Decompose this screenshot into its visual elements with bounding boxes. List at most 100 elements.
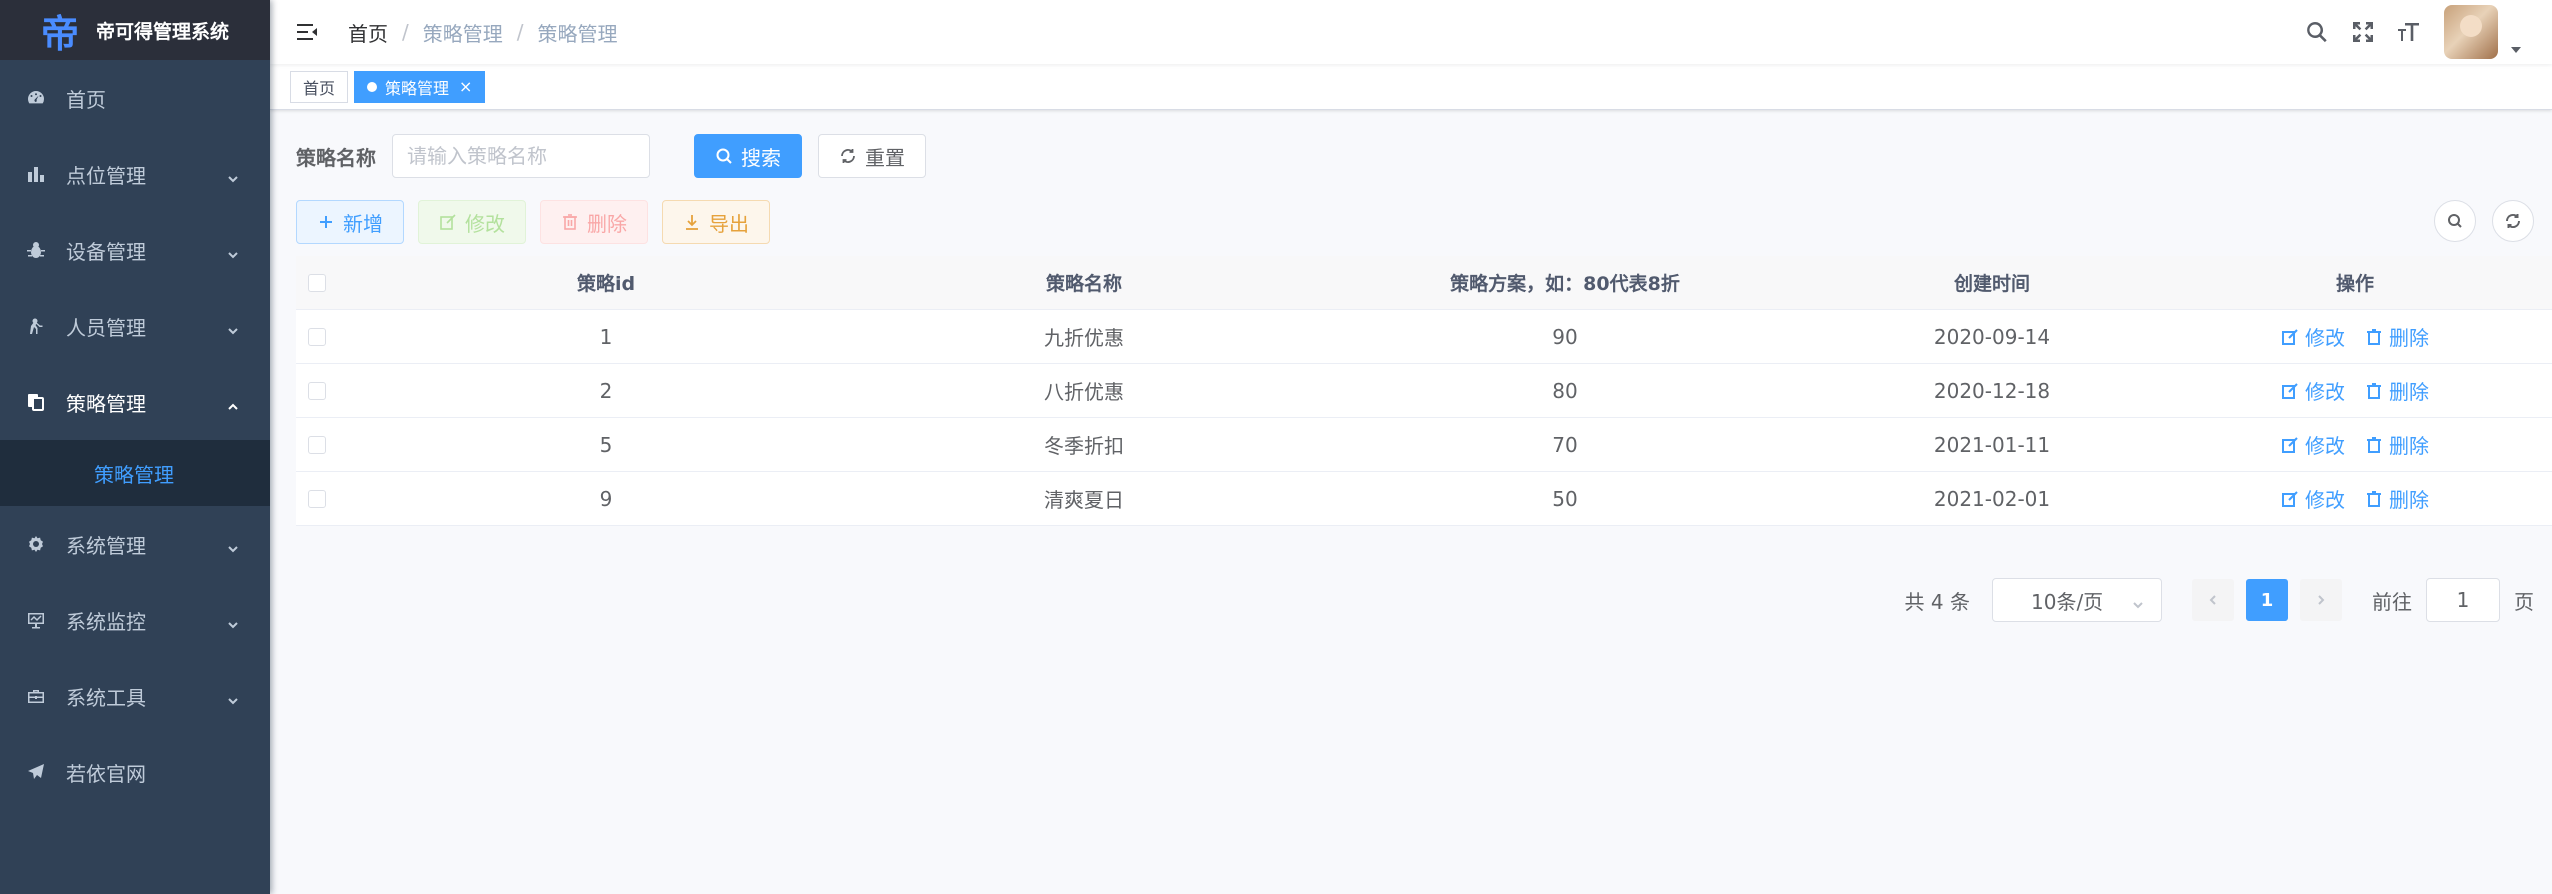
page-jumper: 前往 页 (2372, 578, 2534, 622)
row-delete-button[interactable]: 删除 (2365, 430, 2429, 459)
next-page-button[interactable] (2300, 579, 2342, 621)
logo[interactable]: 帝 帝可得管理系统 (0, 0, 270, 60)
row-delete-button[interactable]: 删除 (2365, 376, 2429, 405)
sidebar-item-ruoyi-site[interactable]: 若依官网 (0, 734, 270, 810)
edit-button[interactable]: 修改 (418, 200, 526, 244)
row-delete-label: 删除 (2389, 380, 2429, 404)
close-icon[interactable]: × (459, 77, 472, 96)
row-checkbox[interactable] (308, 435, 326, 454)
reset-button[interactable]: 重置 (818, 134, 926, 178)
row-select-cell (296, 327, 372, 346)
sidebar-item-label: 首页 (66, 87, 106, 112)
cell-strategy-id: 1 (599, 324, 613, 349)
page-unit-label: 页 (2514, 589, 2534, 614)
tag-home[interactable]: 首页 (290, 70, 349, 103)
row-edit-label: 修改 (2305, 434, 2345, 458)
row-edit-button[interactable]: 修改 (2281, 484, 2345, 513)
chevron-down-icon (226, 613, 240, 629)
main-area: 首页 / 策略管理 / 策略管理 首页 策略管理 × 策略名称 请输入策略名称 … (270, 0, 2552, 894)
cell-strategy-id: 5 (599, 432, 613, 457)
cell-discount: 70 (1552, 432, 1578, 457)
hamburger-icon[interactable] (292, 17, 322, 47)
row-delete-button[interactable]: 删除 (2365, 322, 2429, 351)
page-number-button[interactable]: 1 (2246, 579, 2288, 621)
search-icon[interactable] (2304, 19, 2330, 45)
cell-strategy-name: 清爽夏日 (1044, 488, 1124, 512)
chevron-down-icon (2131, 593, 2145, 609)
cell-strategy-name: 九折优惠 (1044, 326, 1124, 350)
strategy-name-input[interactable] (392, 134, 650, 178)
delete-button[interactable]: 删除 (540, 200, 648, 244)
sidebar-item-tools[interactable]: 系统工具 (0, 658, 270, 734)
search-button[interactable]: 搜索 (694, 134, 802, 178)
add-button[interactable]: 新增 (296, 200, 404, 244)
row-delete-label: 删除 (2389, 488, 2429, 512)
chevron-down-icon (226, 167, 240, 183)
reset-button-label: 重置 (865, 145, 905, 170)
sidebar-subitem-strategy[interactable]: 策略管理 (0, 440, 270, 506)
edit-icon (2282, 382, 2298, 399)
sidebar-item-home[interactable]: 首页 (0, 60, 270, 136)
row-checkbox[interactable] (308, 489, 326, 508)
app-root: 帝 帝可得管理系统 首页 点位管理 设备管理 人员管理 策略管理 策略管理 系统… (0, 0, 2552, 894)
row-delete-label: 删除 (2389, 326, 2429, 350)
edit-icon (2282, 490, 2298, 507)
header-actions: 操作 (2335, 273, 2374, 295)
row-edit-button[interactable]: 修改 (2281, 430, 2345, 459)
download-icon (686, 215, 698, 230)
cell-discount: 80 (1552, 378, 1578, 403)
cell-strategy-name: 冬季折扣 (1044, 434, 1124, 458)
sidebar-item-staff[interactable]: 人员管理 (0, 288, 270, 364)
edit-icon (2282, 436, 2298, 453)
navbar: 首页 / 策略管理 / 策略管理 (270, 0, 2552, 64)
tag-strategy[interactable]: 策略管理 × (354, 70, 486, 103)
breadcrumb-item-home[interactable]: 首页 (348, 18, 388, 47)
select-all-checkbox[interactable] (308, 273, 326, 292)
page-size-select[interactable]: 10条/页 (1992, 578, 2162, 622)
row-edit-button[interactable]: 修改 (2281, 322, 2345, 351)
export-button[interactable]: 导出 (662, 200, 770, 244)
user-icon (26, 316, 46, 336)
row-delete-button[interactable]: 删除 (2365, 484, 2429, 513)
row-checkbox[interactable] (308, 327, 326, 346)
header-select-cell (296, 273, 372, 292)
fullscreen-icon[interactable] (2350, 19, 2376, 45)
row-edit-button[interactable]: 修改 (2281, 376, 2345, 405)
sidebar-item-label: 策略管理 (66, 391, 146, 416)
trash-icon (563, 214, 577, 230)
table-row: 5 冬季折扣 70 2021-01-11 修改 删除 (296, 418, 2552, 472)
bug-icon (26, 240, 46, 260)
sidebar-item-label: 系统工具 (66, 685, 146, 710)
sidebar-item-strategy[interactable]: 策略管理 (0, 364, 270, 440)
goto-page-input[interactable] (2426, 578, 2500, 622)
chevron-down-icon (226, 689, 240, 705)
cell-discount: 50 (1552, 486, 1578, 511)
row-select-cell (296, 381, 372, 400)
trash-icon (2367, 382, 2381, 399)
cell-actions: 修改 删除 (2182, 322, 2528, 351)
toggle-search-button[interactable] (2434, 200, 2476, 242)
breadcrumb-separator: / (402, 20, 409, 44)
sidebar-item-label: 系统监控 (66, 609, 146, 634)
chevron-down-icon (226, 319, 240, 335)
table-row: 2 八折优惠 80 2020-12-18 修改 删除 (296, 364, 2552, 418)
sidebar-item-points[interactable]: 点位管理 (0, 136, 270, 212)
documents-icon (26, 392, 46, 412)
cell-created-time: 2020-12-18 (1933, 378, 2051, 403)
refresh-button[interactable] (2492, 200, 2534, 242)
paper-plane-icon (26, 762, 46, 782)
right-toolbar (2418, 200, 2534, 242)
table-header: 策略id 策略名称 策略方案，如：80代表8折 创建时间 操作 (296, 256, 2552, 310)
sidebar-item-devices[interactable]: 设备管理 (0, 212, 270, 288)
font-size-icon[interactable] (2396, 19, 2422, 45)
avatar[interactable] (2444, 5, 2498, 59)
sidebar-menu: 首页 点位管理 设备管理 人员管理 策略管理 策略管理 系统管理 系统监控 系统… (0, 60, 270, 810)
gear-icon (26, 534, 46, 554)
sidebar-item-system[interactable]: 系统管理 (0, 506, 270, 582)
prev-page-button[interactable] (2192, 579, 2234, 621)
row-checkbox[interactable] (308, 381, 326, 400)
sidebar-item-monitor[interactable]: 系统监控 (0, 582, 270, 658)
app-title: 帝可得管理系统 (96, 20, 230, 43)
strategy-table: 策略id 策略名称 策略方案，如：80代表8折 创建时间 操作 1 九折优惠 9… (296, 256, 2552, 526)
caret-down-icon[interactable] (2510, 37, 2522, 53)
